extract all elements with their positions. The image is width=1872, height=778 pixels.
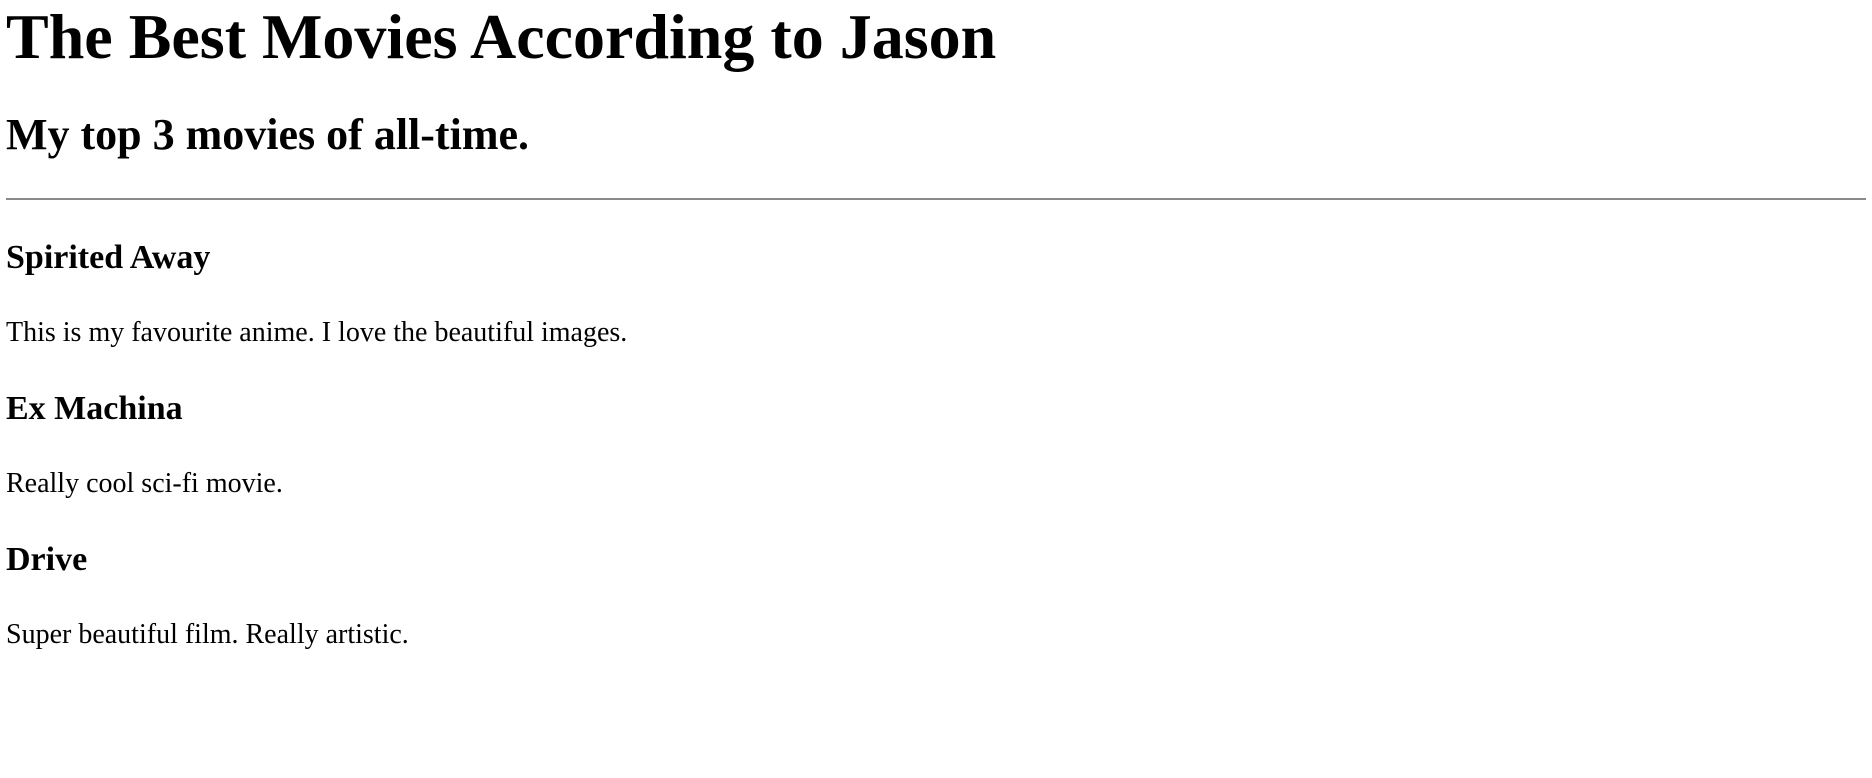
movie-description: This is my favourite anime. I love the b…: [6, 317, 628, 348]
movie-description: Super beautiful film. Really artistic.: [6, 619, 409, 650]
page-content: The Best Movies According to Jason My to…: [6, 0, 1866, 652]
movie-title: Ex Machina: [6, 390, 183, 427]
divider: [6, 198, 1866, 200]
movie-item-ex-machina: Ex Machina Really cool sci-fi movie.: [6, 389, 1866, 501]
movie-description: Really cool sci-fi movie.: [6, 468, 283, 499]
movie-title: Spirited Away: [6, 239, 211, 276]
page-subtitle: My top 3 movies of all-time.: [6, 110, 529, 159]
movie-item-drive: Drive Super beautiful film. Really artis…: [6, 540, 1866, 652]
movie-item-spirited-away: Spirited Away This is my favourite anime…: [6, 238, 1866, 350]
movie-title: Drive: [6, 541, 88, 578]
page-title: The Best Movies According to Jason: [6, 1, 997, 72]
